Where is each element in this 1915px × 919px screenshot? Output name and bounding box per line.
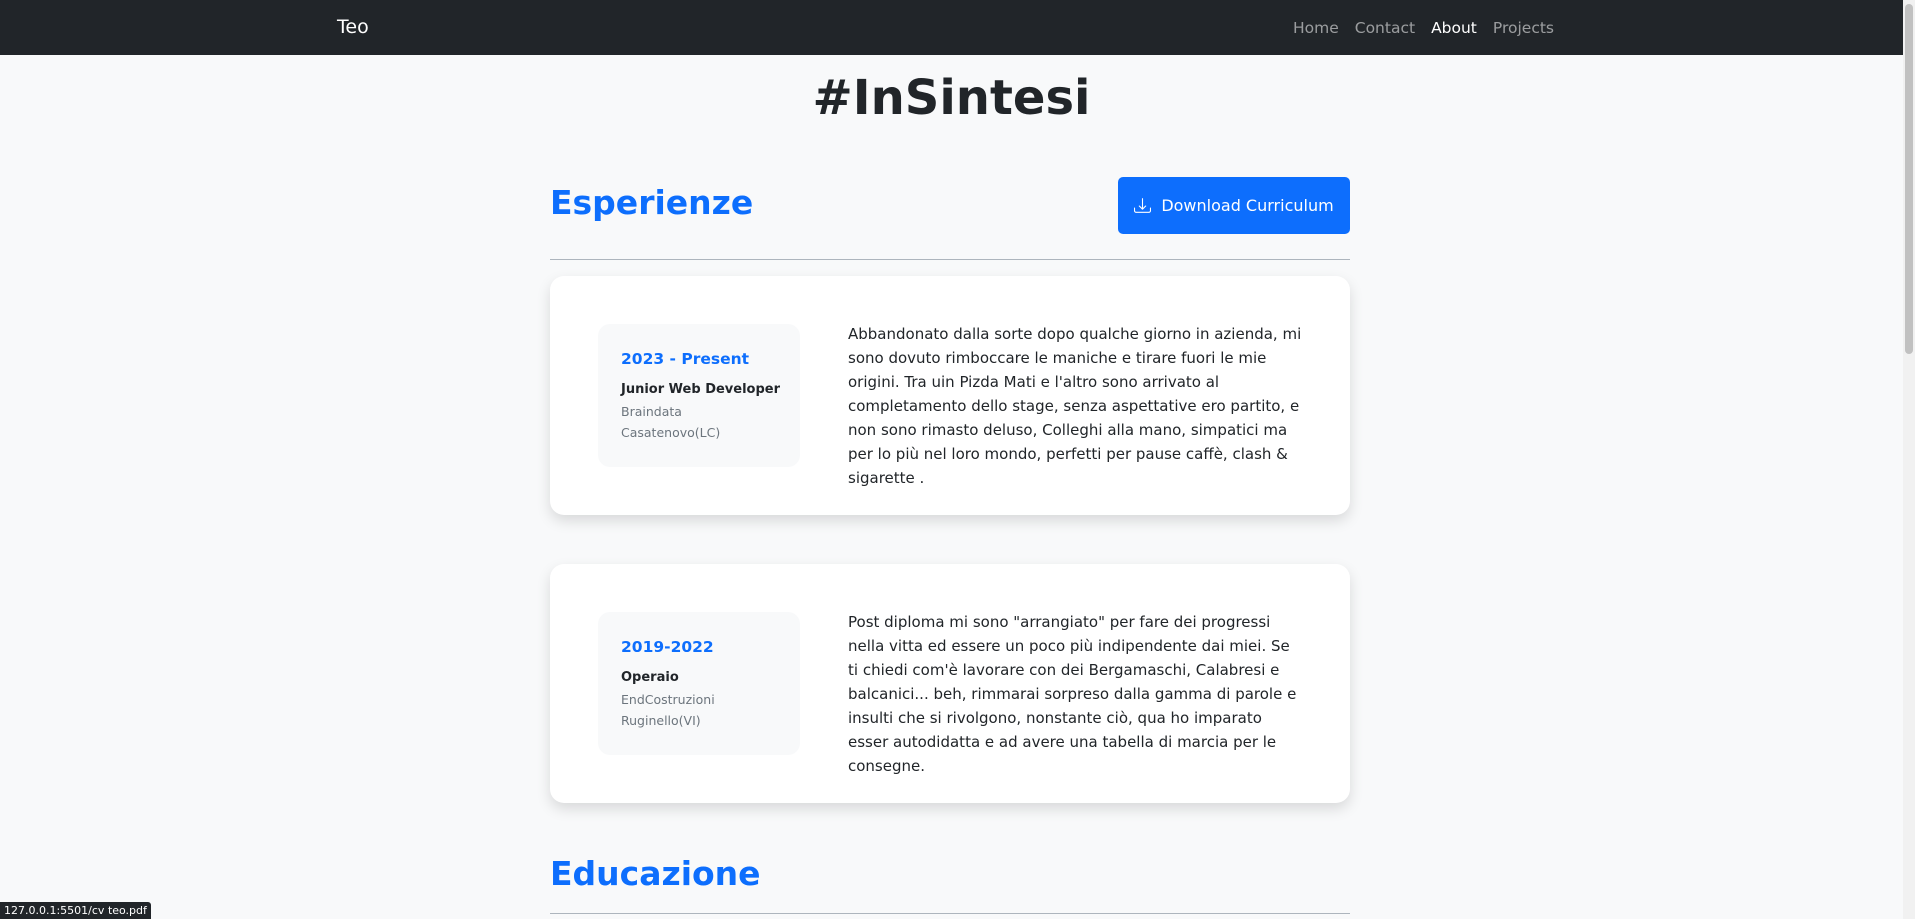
- download-button-label: Download Curriculum: [1161, 196, 1334, 215]
- experience-location: Casatenovo(LC): [621, 425, 721, 440]
- experience-card: 2019-2022 Operaio EndCostruzioni Ruginel…: [550, 564, 1350, 803]
- brand-link[interactable]: Teo: [337, 0, 369, 55]
- experience-role: Junior Web Developer: [621, 382, 781, 397]
- experience-period: 2023 - Present: [621, 350, 750, 368]
- nav-link-projects[interactable]: Projects: [1493, 19, 1554, 37]
- vertical-scrollbar[interactable]: [1903, 0, 1915, 919]
- experience-description: Post diploma mi sono "arrangiato" per fa…: [848, 613, 1297, 775]
- experience-meta: 2019-2022 Operaio EndCostruzioni Ruginel…: [598, 612, 800, 755]
- experience-company: EndCostruzioni: [621, 692, 715, 707]
- nav-links: Home Contact About Projects: [1293, 0, 1554, 55]
- link-status-bar: 127.0.0.1:5501/cv teo.pdf: [0, 902, 151, 919]
- experience-period: 2019-2022: [621, 638, 714, 656]
- experience-meta: 2023 - Present Junior Web Developer Brai…: [598, 324, 800, 467]
- scrollbar-thumb[interactable]: [1905, 4, 1913, 354]
- experience-divider: [550, 259, 1350, 260]
- download-icon: [1134, 197, 1152, 214]
- education-section-title: Educazione: [550, 854, 761, 893]
- navbar: Teo Home Contact About Projects: [0, 0, 1903, 55]
- experience-description: Abbandonato dalla sorte dopo qualche gio…: [848, 325, 1302, 487]
- experience-card: 2023 - Present Junior Web Developer Brai…: [550, 276, 1350, 515]
- download-curriculum-button[interactable]: Download Curriculum: [1118, 177, 1350, 234]
- page-title: #InSintesi: [812, 70, 1091, 126]
- experience-role: Operaio: [621, 670, 679, 685]
- education-section-header: Educazione: [550, 854, 1350, 893]
- nav-link-home[interactable]: Home: [1293, 19, 1339, 37]
- nav-link-about[interactable]: About: [1431, 19, 1477, 37]
- nav-link-contact[interactable]: Contact: [1355, 19, 1415, 37]
- experience-company: Braindata: [621, 404, 682, 419]
- experience-location: Ruginello(VI): [621, 713, 701, 728]
- education-divider: [550, 913, 1350, 914]
